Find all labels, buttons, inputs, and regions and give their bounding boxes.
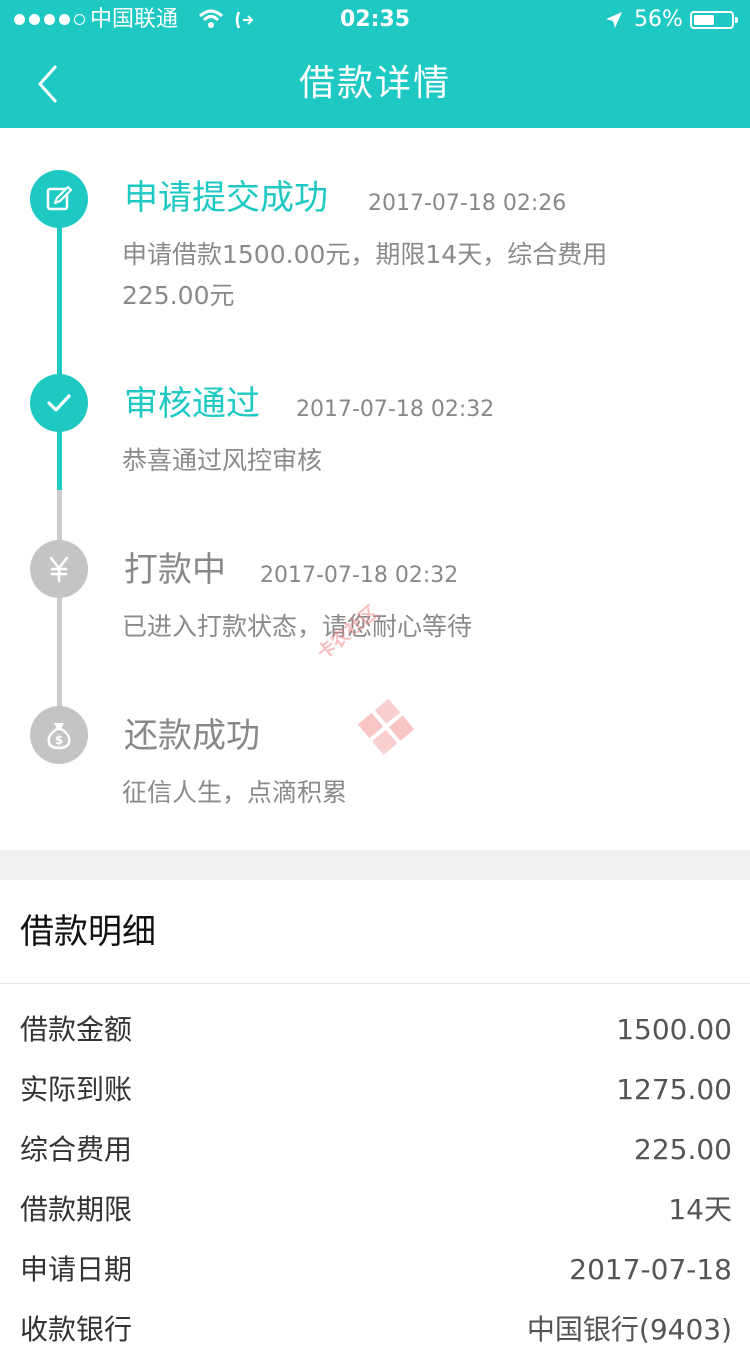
detail-label: 借款期限 bbox=[20, 1193, 133, 1226]
step-description: 征信人生，点滴积累 bbox=[122, 778, 348, 807]
detail-value: 14天 bbox=[668, 1193, 732, 1226]
battery-icon bbox=[690, 11, 738, 29]
step-title: 申请提交成功 bbox=[124, 178, 328, 218]
detail-row-actual-received: 实际到账 1275.00 bbox=[20, 1060, 732, 1120]
divider bbox=[0, 983, 750, 984]
svg-text:$: $ bbox=[55, 733, 63, 747]
detail-row-loan-amount: 借款金额 1500.00 bbox=[20, 1000, 732, 1060]
detail-row-term: 借款期限 14天 bbox=[20, 1180, 732, 1240]
step-title: 打款中 bbox=[124, 550, 226, 590]
edit-icon bbox=[30, 170, 88, 228]
battery-percentage: 56% bbox=[634, 7, 683, 32]
step-title: 还款成功 bbox=[124, 716, 260, 756]
detail-label: 实际到账 bbox=[20, 1073, 133, 1106]
detail-row-apply-date: 申请日期 2017-07-18 bbox=[20, 1240, 732, 1300]
detail-label: 收款银行 bbox=[20, 1313, 133, 1346]
detail-row-bank: 收款银行 中国银行(9403) bbox=[20, 1300, 732, 1360]
step-description: 申请借款1500.00元，期限14天，综合费用225.00元 bbox=[122, 240, 608, 310]
detail-value: 1500.00 bbox=[616, 1013, 732, 1046]
yen-icon bbox=[30, 540, 88, 598]
money-bag-icon: $ bbox=[30, 706, 88, 764]
detail-label: 借款金额 bbox=[20, 1013, 133, 1046]
app-header: 中国联通 02:35 56% 借款详情 bbox=[0, 0, 750, 128]
timeline-line-pending bbox=[57, 490, 62, 738]
status-bar: 中国联通 02:35 56% bbox=[0, 0, 750, 40]
detail-label: 申请日期 bbox=[20, 1253, 133, 1286]
page-title: 借款详情 bbox=[298, 63, 451, 104]
location-arrow-icon bbox=[606, 12, 622, 28]
step-time: 2017-07-18 02:32 bbox=[296, 397, 495, 422]
loan-details-title: 借款明细 bbox=[20, 912, 156, 952]
step-time: 2017-07-18 02:26 bbox=[368, 191, 567, 216]
timeline-line-completed bbox=[57, 226, 62, 490]
detail-label: 综合费用 bbox=[20, 1133, 133, 1166]
detail-value: 2017-07-18 bbox=[569, 1253, 732, 1286]
step-description: 恭喜通过风控审核 bbox=[122, 446, 323, 475]
detail-value: 225.00 bbox=[634, 1133, 732, 1166]
detail-row-fee: 综合费用 225.00 bbox=[20, 1120, 732, 1180]
detail-value: 中国银行(9403) bbox=[526, 1313, 732, 1346]
detail-value: 1275.00 bbox=[616, 1073, 732, 1106]
step-title: 审核通过 bbox=[124, 384, 260, 424]
check-icon bbox=[30, 374, 88, 432]
section-divider bbox=[0, 850, 750, 880]
